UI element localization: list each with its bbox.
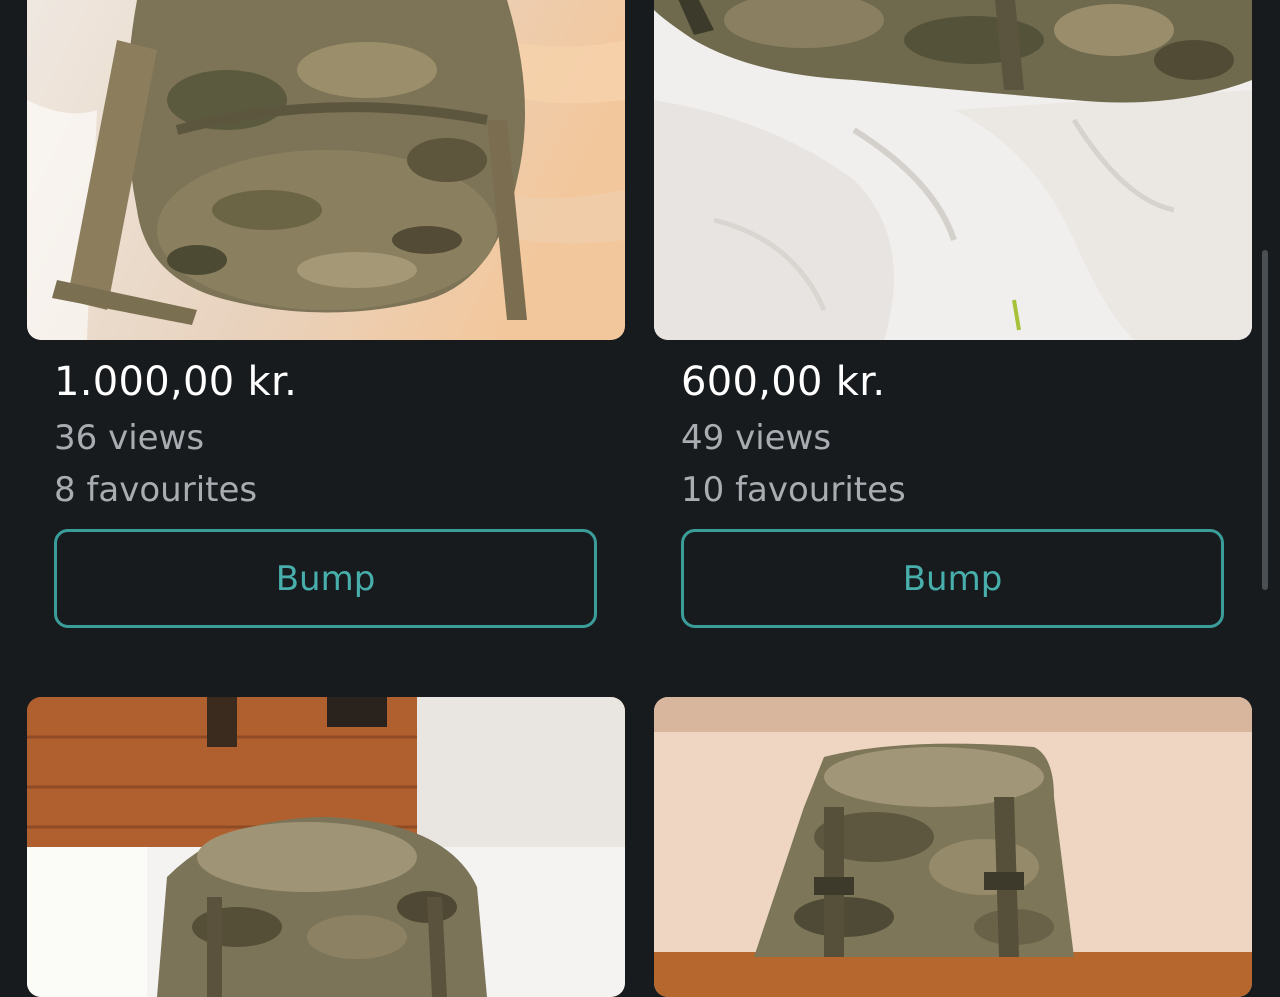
scrollbar[interactable]: [1262, 250, 1268, 590]
listing-photo[interactable]: [654, 697, 1252, 997]
listing-card: 600,00 kr. 49 views 10 favourites Bump: [654, 0, 1252, 628]
backpack-image: [27, 697, 625, 997]
bump-button[interactable]: Bump: [54, 529, 597, 628]
listing-price: 1.000,00 kr.: [54, 359, 298, 405]
listing-views: 36 views: [54, 418, 205, 458]
listing-card: 1.000,00 kr. 36 views 8 favourites Bump: [27, 0, 625, 628]
listing-photo[interactable]: [27, 0, 625, 340]
listing-views: 49 views: [681, 418, 832, 458]
bump-button[interactable]: Bump: [681, 529, 1224, 628]
listing-favourites: 10 favourites: [681, 470, 906, 510]
backpack-image: [654, 0, 1252, 340]
listings-grid: 1.000,00 kr. 36 views 8 favourites Bump: [0, 0, 1280, 997]
listing-price: 600,00 kr.: [681, 359, 886, 405]
backpack-image: [654, 697, 1252, 997]
listing-photo[interactable]: [654, 0, 1252, 340]
backpack-image: [27, 0, 625, 340]
listing-photo[interactable]: [27, 697, 625, 997]
listing-favourites: 8 favourites: [54, 470, 258, 510]
listing-card: [27, 697, 625, 997]
listing-card: [654, 697, 1252, 997]
